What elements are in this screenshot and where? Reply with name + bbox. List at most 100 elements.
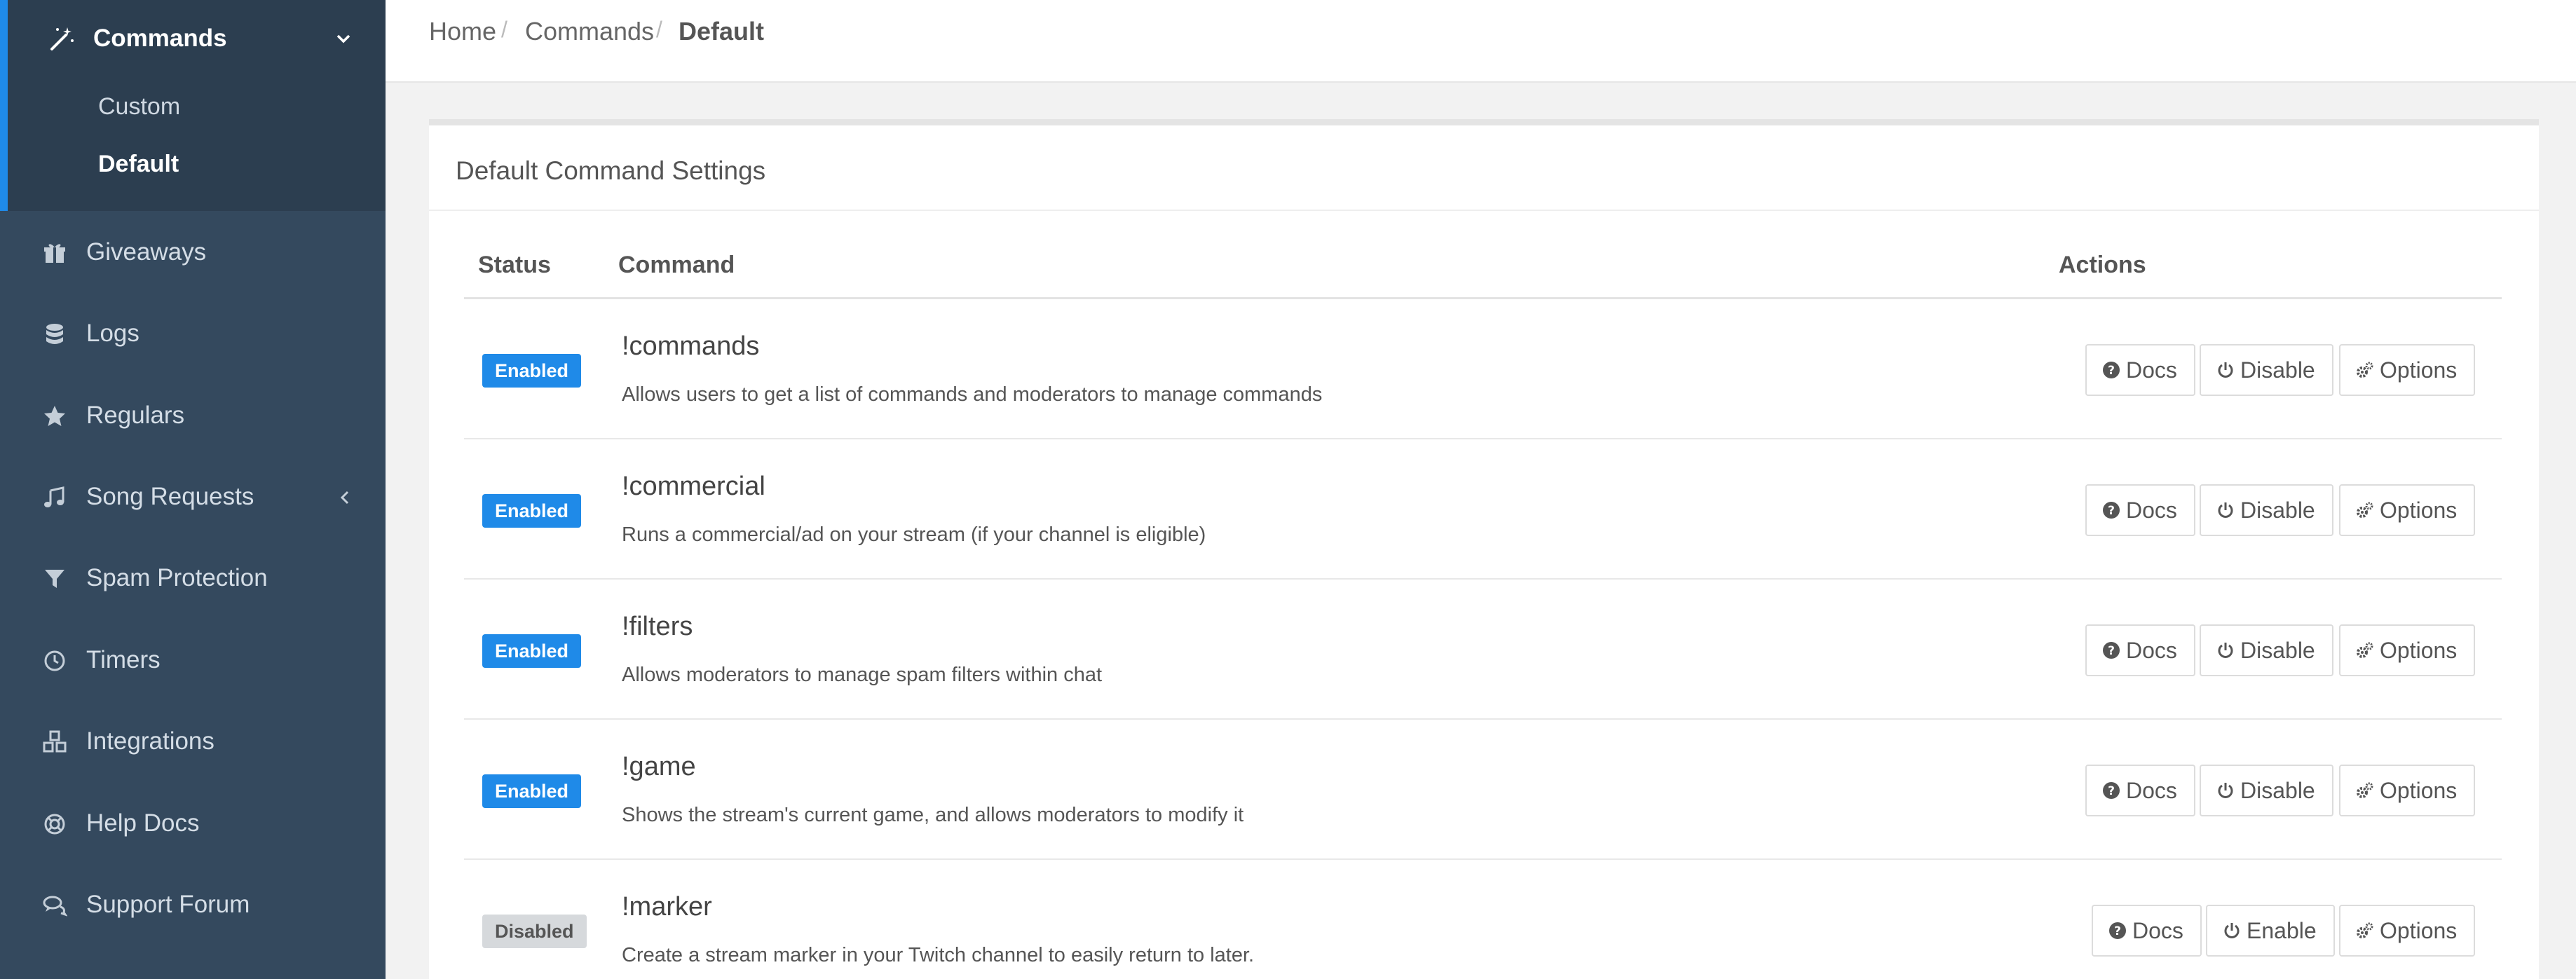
sidebar-item-label: Giveaways	[86, 238, 207, 266]
gift-icon	[44, 244, 65, 263]
button-label: Docs	[2126, 777, 2177, 803]
sidebar-item-regulars[interactable]: Regulars	[0, 384, 386, 447]
command-description: Allows users to get a list of commands a…	[622, 383, 1323, 406]
command-description: Create a stream marker in your Twitch ch…	[622, 944, 1255, 966]
comments-icon	[43, 896, 67, 917]
top-bar: Home / Commands / Default	[386, 0, 2576, 83]
docs-button[interactable]: ? Docs	[2085, 484, 2195, 536]
power-icon	[2224, 923, 2240, 938]
sidebar-item-label: Logs	[86, 320, 139, 347]
sidebar-item-label: Song Requests	[86, 483, 254, 510]
enable-button[interactable]: Enable	[2206, 905, 2335, 957]
options-button[interactable]: Options	[2339, 765, 2476, 816]
command-description: Shows the stream's current game, and all…	[622, 804, 1244, 826]
docs-button[interactable]: ? Docs	[2085, 765, 2195, 816]
breadcrumb-commands[interactable]: Commands	[525, 17, 654, 46]
command-name: !marker	[622, 892, 712, 922]
command-name: !commercial	[622, 472, 765, 501]
breadcrumb-separator: /	[656, 17, 662, 42]
breadcrumb-current: Default	[679, 17, 765, 46]
sidebar-item-song-requests[interactable]: Song Requests	[0, 465, 386, 528]
table-row: Enabled !commercial Runs a commercial/ad…	[464, 439, 2502, 580]
sidebar-subitem-default[interactable]: Default	[98, 151, 179, 178]
options-button[interactable]: Options	[2339, 905, 2476, 957]
sidebar-section-commands: Commands Custom Default	[0, 0, 386, 211]
sidebar-item-integrations[interactable]: Integrations	[0, 710, 386, 773]
options-button[interactable]: Options	[2339, 344, 2476, 396]
disable-button[interactable]: Disable	[2200, 765, 2333, 816]
power-icon	[2218, 783, 2233, 798]
svg-text:?: ?	[2108, 504, 2115, 518]
chevron-down-icon	[336, 34, 350, 43]
sidebar: Commands Custom Default Giveaways Logs R…	[0, 0, 386, 979]
question-circle-icon: ?	[2103, 642, 2120, 659]
sidebar-item-label: Integrations	[86, 727, 214, 755]
sidebar-item-label: Spam Protection	[86, 564, 268, 591]
button-label: Disable	[2240, 357, 2315, 383]
filter-icon	[45, 570, 64, 588]
database-icon	[46, 324, 63, 344]
svg-text:?: ?	[2108, 644, 2115, 658]
table-row: Enabled !commands Allows users to get a …	[464, 299, 2502, 439]
docs-button[interactable]: ? Docs	[2085, 344, 2195, 396]
sidebar-item-label: Commands	[93, 25, 227, 52]
breadcrumb-home[interactable]: Home	[429, 17, 496, 46]
sidebar-item-spam-protection[interactable]: Spam Protection	[0, 547, 386, 610]
magic-wand-icon	[50, 27, 74, 50]
gears-icon	[2357, 782, 2373, 798]
sidebar-item-help-docs[interactable]: Help Docs	[0, 792, 386, 855]
life-ring-icon	[44, 814, 65, 835]
command-name: !commands	[622, 331, 760, 361]
button-label: Options	[2380, 777, 2458, 803]
sidebar-item-commands[interactable]: Commands	[0, 0, 386, 77]
question-circle-icon: ?	[2109, 922, 2126, 939]
column-header-actions: Actions	[2059, 252, 2146, 278]
music-icon	[44, 486, 64, 507]
command-name: !game	[622, 752, 696, 781]
status-badge: Enabled	[482, 494, 582, 528]
button-label: Options	[2380, 357, 2458, 383]
button-label: Enable	[2247, 917, 2317, 943]
sidebar-item-label: Help Docs	[86, 809, 200, 837]
sidebar-item-logs[interactable]: Logs	[0, 302, 386, 365]
button-label: Docs	[2126, 637, 2177, 663]
button-label: Docs	[2126, 357, 2177, 383]
sidebar-item-giveaways[interactable]: Giveaways	[0, 221, 386, 284]
command-description: Runs a commercial/ad on your stream (if …	[622, 523, 1206, 546]
status-badge: Disabled	[482, 915, 587, 948]
table-row: Enabled !game Shows the stream's current…	[464, 720, 2502, 860]
options-button[interactable]: Options	[2339, 484, 2476, 536]
table-row: Disabled !marker Create a stream marker …	[464, 860, 2502, 979]
sidebar-item-label: Timers	[86, 646, 161, 673]
button-label: Disable	[2240, 777, 2315, 803]
power-icon	[2218, 502, 2233, 518]
gears-icon	[2357, 362, 2373, 378]
star-icon	[44, 406, 65, 426]
status-badge: Enabled	[482, 354, 582, 388]
docs-button[interactable]: ? Docs	[2085, 624, 2195, 676]
sidebar-subitem-custom[interactable]: Custom	[98, 93, 180, 121]
options-button[interactable]: Options	[2339, 624, 2476, 676]
panel-title: Default Command Settings	[456, 156, 766, 185]
svg-text:?: ?	[2114, 924, 2121, 938]
sidebar-item-support-forum[interactable]: Support Forum	[0, 873, 386, 936]
disable-button[interactable]: Disable	[2200, 344, 2333, 396]
question-circle-icon: ?	[2103, 362, 2120, 378]
power-icon	[2218, 643, 2233, 658]
power-icon	[2218, 362, 2233, 378]
cubes-icon	[43, 730, 67, 753]
sidebar-item-timers[interactable]: Timers	[0, 629, 386, 692]
table-row: Enabled !filters Allows moderators to ma…	[464, 580, 2502, 720]
button-label: Options	[2380, 917, 2458, 943]
question-circle-icon: ?	[2103, 502, 2120, 519]
status-badge: Enabled	[482, 774, 582, 808]
sidebar-item-label: Support Forum	[86, 891, 250, 918]
sidebar-item-label: Regulars	[86, 402, 185, 429]
command-name: !filters	[622, 612, 693, 641]
chevron-left-icon	[340, 491, 349, 505]
status-badge: Enabled	[482, 634, 582, 668]
disable-button[interactable]: Disable	[2200, 484, 2333, 536]
disable-button[interactable]: Disable	[2200, 624, 2333, 676]
docs-button[interactable]: ? Docs	[2092, 905, 2202, 957]
button-label: Docs	[2132, 917, 2183, 943]
